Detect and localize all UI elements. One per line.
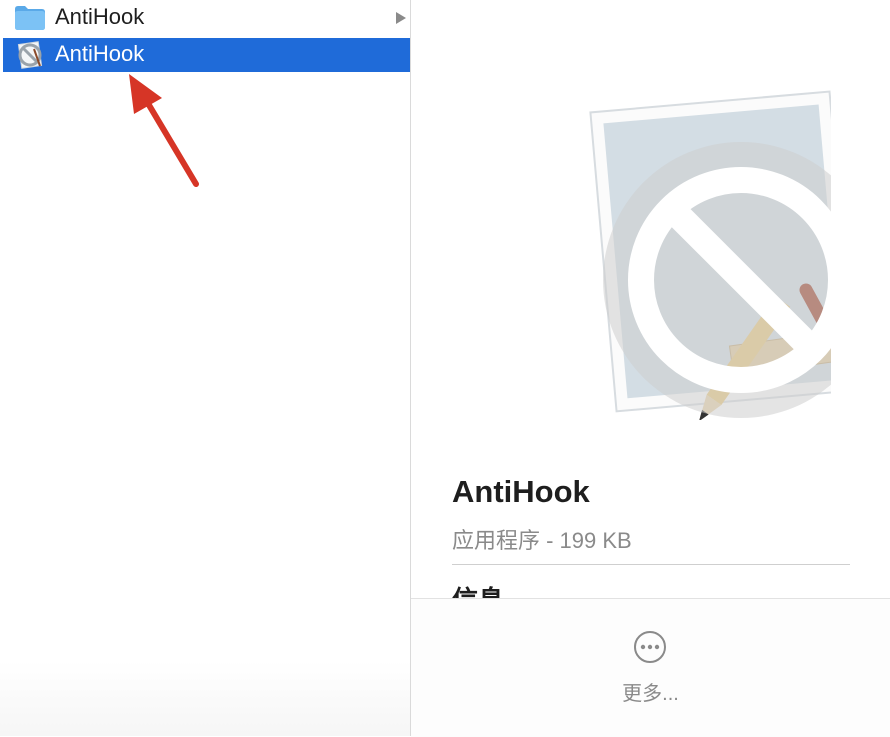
preview-pane: AntiHook 应用程序 - 199 KB 信息 更多...	[411, 0, 890, 737]
info-heading: 信息	[452, 580, 504, 598]
more-icon[interactable]	[633, 630, 667, 664]
divider	[452, 564, 850, 565]
disclosure-arrow-icon[interactable]	[394, 10, 408, 26]
app-name: AntiHook	[55, 41, 145, 66]
app-icon-prohibited	[589, 90, 831, 420]
list-item-folder[interactable]: AntiHook	[3, 0, 410, 34]
more-button[interactable]: 更多...	[411, 677, 890, 706]
preview-subtitle: 应用程序 - 199 KB	[452, 528, 632, 553]
red-arrow-icon	[129, 74, 199, 187]
folder-icon	[14, 3, 46, 31]
preview-action-bar: 更多...	[411, 598, 890, 737]
info-section: 信息	[452, 572, 652, 598]
list-item-app-selected[interactable]: AntiHook	[3, 38, 410, 72]
app-icon	[14, 41, 46, 69]
preview-title: AntiHook	[452, 474, 590, 509]
folder-name: AntiHook	[55, 4, 145, 29]
finder-window: AntiHook AntiHook AntiHook 应用程序 - 199 KB…	[0, 0, 890, 737]
